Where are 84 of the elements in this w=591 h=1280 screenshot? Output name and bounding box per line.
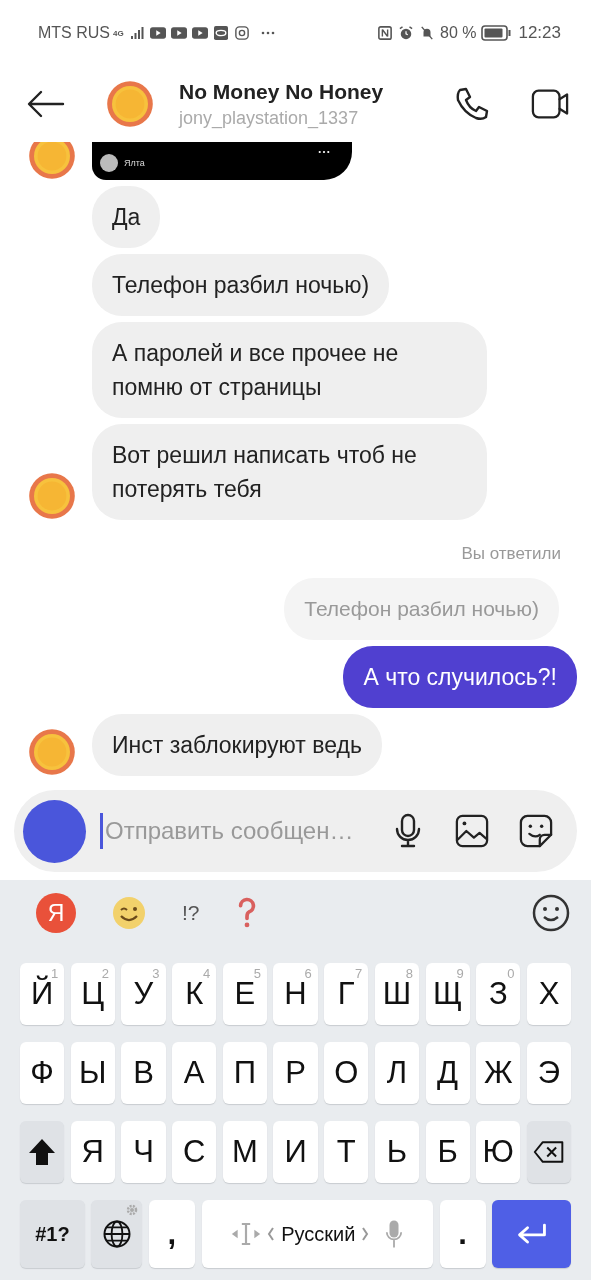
battery-percent: 80 % xyxy=(440,24,477,42)
keyboard-key[interactable]: Л xyxy=(374,1042,419,1104)
key-hint: 9 xyxy=(456,966,464,981)
keyboard-key[interactable]: . xyxy=(439,1200,486,1268)
keyboard-key[interactable]: Ю xyxy=(476,1121,521,1183)
shared-post[interactable]: Ялта xyxy=(92,142,352,180)
keyboard-key[interactable]: Р xyxy=(273,1042,318,1104)
keyboard-key[interactable]: Ь xyxy=(374,1121,419,1183)
chevron-left-icon xyxy=(267,1226,276,1242)
language-key[interactable] xyxy=(91,1200,143,1268)
quoted-message: Телефон разбил ночью) xyxy=(284,578,559,640)
sun-avatar-icon xyxy=(106,80,154,128)
message-bubble: А что случилось?! xyxy=(343,646,577,708)
camera-icon xyxy=(233,26,250,40)
key-hint: 7 xyxy=(355,966,363,981)
clock-time: 12:23 xyxy=(518,23,561,43)
username: jony_playstation_1337 xyxy=(179,107,360,129)
key-hint: 2 xyxy=(101,966,109,981)
message-bubble: Да xyxy=(92,186,161,248)
alarm-icon xyxy=(398,26,414,40)
key-hint: 1 xyxy=(50,966,59,981)
space-key[interactable]: Русский xyxy=(201,1200,433,1268)
keyboard-key[interactable]: Б xyxy=(425,1121,470,1183)
network-type: 4G xyxy=(113,28,124,38)
keyboard-key[interactable]: Э xyxy=(526,1042,572,1104)
chevron-right-icon xyxy=(361,1226,370,1242)
play-icon xyxy=(191,26,208,40)
play-icon xyxy=(149,26,166,40)
language-label: Русский xyxy=(281,1222,356,1246)
symbols-key[interactable]: #1? xyxy=(20,1200,85,1268)
nfc-icon xyxy=(377,26,393,40)
message-bubble: А паролей и все прочее не помню от страницы xyxy=(92,322,487,418)
emoji-icon[interactable] xyxy=(532,894,570,932)
keyboard-key[interactable]: С xyxy=(172,1121,217,1183)
key-hint: 6 xyxy=(304,966,312,981)
key-hint: 4 xyxy=(203,966,211,981)
keyboard-key[interactable]: В xyxy=(121,1042,166,1104)
gear-icon xyxy=(126,1204,139,1216)
keyboard-key[interactable]: , xyxy=(148,1200,196,1268)
back-arrow-icon[interactable] xyxy=(26,89,66,119)
keyboard-key[interactable]: М xyxy=(222,1121,267,1183)
enter-key[interactable] xyxy=(492,1200,571,1268)
yandex-button[interactable]: Я xyxy=(36,893,76,933)
keyboard-key[interactable]: Я xyxy=(70,1121,115,1183)
message-bubble: Телефон разбил ночью) xyxy=(92,254,390,316)
cursor-move-icon xyxy=(231,1220,262,1248)
ring-icon xyxy=(212,26,229,40)
muted-bell-icon xyxy=(419,26,435,40)
avatar-icon xyxy=(100,154,118,172)
key-hint: 5 xyxy=(253,966,261,981)
keyboard-key[interactable]: Т xyxy=(324,1121,369,1183)
battery-icon xyxy=(481,25,512,41)
more-icon xyxy=(318,150,330,154)
message-field[interactable]: Отправить сообщен… xyxy=(100,813,361,849)
keyboard-key[interactable]: Ф xyxy=(20,1042,65,1104)
keyboard-key[interactable]: А xyxy=(172,1042,217,1104)
key-hint: 0 xyxy=(507,966,515,981)
keyboard-key[interactable]: Д xyxy=(425,1042,470,1104)
microphone-icon xyxy=(385,1218,404,1250)
message-bubble: Инст заблокируют ведь xyxy=(92,714,382,776)
signal-icon xyxy=(128,26,145,40)
reply-label: Вы ответили xyxy=(461,544,561,564)
carrier-name: MTS RUS xyxy=(38,24,110,42)
more-icon xyxy=(260,31,275,35)
wink-emoji-icon[interactable] xyxy=(112,896,146,930)
keyboard-key[interactable]: Ч xyxy=(121,1121,166,1183)
keyboard-key[interactable]: О xyxy=(324,1042,369,1104)
keyboard-key[interactable]: Ж xyxy=(476,1042,521,1104)
backspace-key[interactable] xyxy=(526,1121,572,1183)
keyboard-key[interactable]: Х xyxy=(526,963,572,1025)
camera-button[interactable] xyxy=(23,799,86,863)
message-bubble: Вот решил написать чтоб не потерять тебя xyxy=(92,424,487,520)
key-hint: 8 xyxy=(405,966,413,981)
play-icon xyxy=(170,26,187,40)
chat-title: No Money No Honey xyxy=(179,79,385,104)
shift-key[interactable] xyxy=(20,1121,65,1183)
post-location: Ялта xyxy=(124,158,145,168)
image-icon[interactable] xyxy=(455,813,489,849)
key-hint: 3 xyxy=(152,966,160,981)
keyboard-key[interactable]: И xyxy=(273,1121,318,1183)
keyboard-key[interactable]: Ы xyxy=(70,1042,115,1104)
punctuation-button[interactable]: !? xyxy=(182,901,200,925)
keyboard-key[interactable]: П xyxy=(222,1042,267,1104)
sticker-icon[interactable] xyxy=(519,813,553,849)
